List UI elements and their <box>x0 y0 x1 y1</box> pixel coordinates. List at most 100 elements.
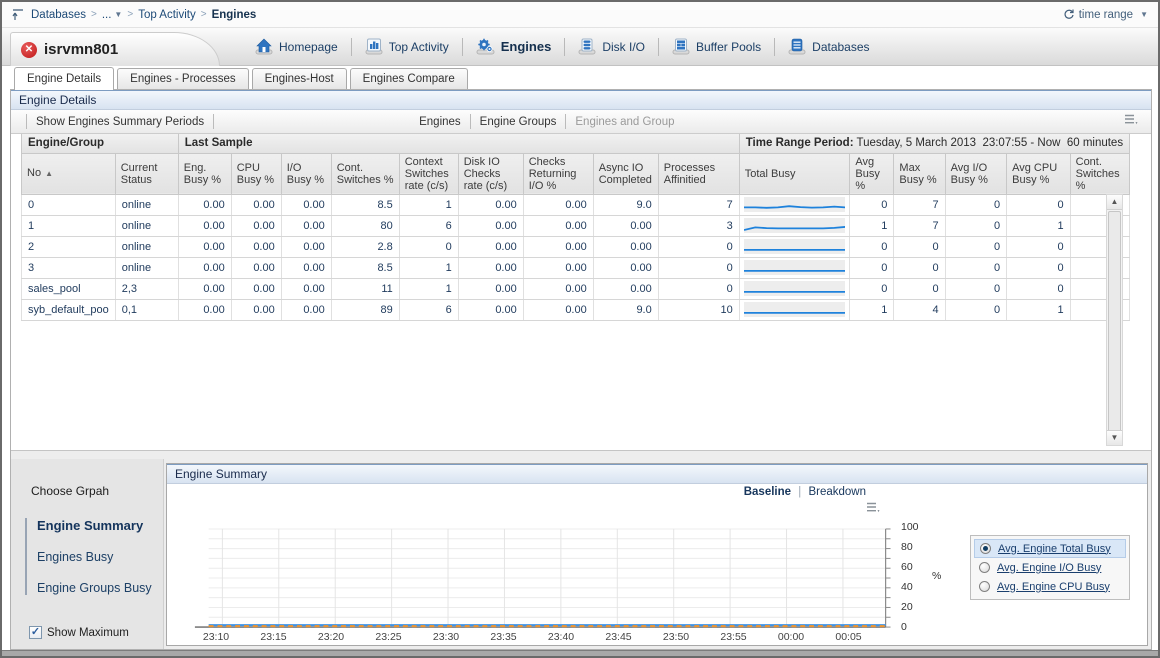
cell-no: 0 <box>22 194 116 215</box>
breadcrumb-databases[interactable]: Databases <box>31 9 86 21</box>
checkbox-checked-icon[interactable]: ✓ <box>29 626 42 639</box>
cell-avg_cpu: 0 <box>1007 236 1071 257</box>
cell-async_io: 9.0 <box>593 299 658 320</box>
cell-avg_busy: 0 <box>850 194 894 215</box>
tab-engine-details[interactable]: Engine Details <box>14 67 114 90</box>
breakdown-link[interactable]: Breakdown <box>808 486 866 498</box>
engines-and-group-button[interactable]: Engines and Group <box>575 116 674 128</box>
table-row[interactable]: sales_pool2,30.000.000.001110.000.000.00… <box>22 278 1130 299</box>
total-busy-sparkline <box>739 257 850 278</box>
column-header-7[interactable]: Disk IO Checks rate (c/s) <box>458 153 523 194</box>
chooser-engine-summary[interactable]: Engine Summary <box>37 518 163 533</box>
tab-engines-host[interactable]: Engines-Host <box>252 68 347 89</box>
chart-menu-icon[interactable] <box>867 501 881 519</box>
legend-avg-engine-io-busy[interactable]: Avg. Engine I/O Busy <box>974 558 1126 577</box>
column-header-1[interactable]: Current Status <box>115 153 178 194</box>
cell-avg_busy: 1 <box>850 215 894 236</box>
time-range-control[interactable]: time range ▼ <box>1063 9 1148 21</box>
view-toggle-row: Baseline | Breakdown <box>167 484 1147 501</box>
radio-icon[interactable] <box>979 562 990 573</box>
column-header-16[interactable]: Cont. Switches % <box>1070 153 1129 194</box>
nav-top-activity[interactable]: Top Activity <box>352 38 462 55</box>
engines-button[interactable]: Engines <box>419 116 461 128</box>
chooser-engines-busy[interactable]: Engines Busy <box>37 550 163 564</box>
tab-engines-compare[interactable]: Engines Compare <box>350 68 468 89</box>
column-header-10[interactable]: Processes Affinitied <box>658 153 739 194</box>
table-row[interactable]: 3online0.000.000.008.510.000.000.0000000… <box>22 257 1130 278</box>
column-header-14[interactable]: Avg I/O Busy % <box>945 153 1006 194</box>
cell-async_io: 9.0 <box>593 194 658 215</box>
column-header-6[interactable]: Context Switches rate (c/s) <box>399 153 458 194</box>
column-header-12[interactable]: Avg Busy % <box>850 153 894 194</box>
chevron-down-icon[interactable]: ▼ <box>114 10 122 19</box>
cell-procs: 0 <box>658 236 739 257</box>
cell-max_busy: 7 <box>894 194 945 215</box>
sort-asc-icon: ▲ <box>45 169 53 178</box>
nav-engines[interactable]: Engines <box>463 38 565 55</box>
table-menu-icon[interactable] <box>1119 114 1145 129</box>
cell-checks_io: 0.00 <box>523 278 593 299</box>
y-tick-label: 60 <box>901 561 913 573</box>
column-header-5[interactable]: Cont. Switches % <box>331 153 399 194</box>
show-maximum-toggle[interactable]: ✓ Show Maximum <box>29 626 129 639</box>
show-summary-periods-button[interactable]: Show Engines Summary Periods <box>36 116 204 128</box>
column-header-8[interactable]: Checks Returning I/O % <box>523 153 593 194</box>
total-busy-sparkline <box>739 236 850 257</box>
column-header-15[interactable]: Avg CPU Busy % <box>1007 153 1071 194</box>
up-level-icon[interactable] <box>12 9 25 21</box>
breadcrumb-ellipsis[interactable]: ... <box>102 9 112 21</box>
tab-strip: Engine Details Engines - Processes Engin… <box>2 66 1158 89</box>
cell-avg_cpu: 1 <box>1007 215 1071 236</box>
cell-io_busy: 0.00 <box>281 194 331 215</box>
radio-selected-icon[interactable] <box>980 543 991 554</box>
table-row[interactable]: 0online0.000.000.008.510.000.009.0707004… <box>22 194 1130 215</box>
cell-avg_busy: 0 <box>850 278 894 299</box>
baseline-link[interactable]: Baseline <box>744 486 791 498</box>
scroll-down-arrow[interactable]: ▼ <box>1107 430 1122 445</box>
scroll-up-arrow[interactable]: ▲ <box>1107 195 1122 210</box>
server-tab[interactable]: ✕ isrvmn801 <box>10 32 220 66</box>
horizontal-divider <box>11 450 1151 459</box>
nav-databases[interactable]: Databases <box>775 38 882 55</box>
column-header-11[interactable]: Total Busy <box>739 153 850 194</box>
legend-avg-engine-cpu-busy[interactable]: Avg. Engine CPU Busy <box>974 577 1126 596</box>
chooser-engine-groups-busy[interactable]: Engine Groups Busy <box>37 581 163 595</box>
tab-engines-processes[interactable]: Engines - Processes <box>117 68 248 89</box>
cell-avg_io: 0 <box>945 194 1006 215</box>
cell-max_busy: 4 <box>894 299 945 320</box>
engine-groups-button[interactable]: Engine Groups <box>480 116 557 128</box>
nav-buffer-pools[interactable]: Buffer Pools <box>659 38 774 55</box>
x-tick-label: 23:15 <box>252 631 296 643</box>
cell-avg_cpu: 0 <box>1007 278 1071 299</box>
table-row[interactable]: syb_default_poo0,10.000.000.008960.000.0… <box>22 299 1130 320</box>
table-scrollbar[interactable]: ▲ ▼ <box>1106 194 1123 446</box>
x-tick-label: 23:45 <box>597 631 641 643</box>
column-header-13[interactable]: Max Busy % <box>894 153 945 194</box>
cell-cont_switches: 2.8 <box>331 236 399 257</box>
cell-status: online <box>115 194 178 215</box>
column-header-4[interactable]: I/O Busy % <box>281 153 331 194</box>
nav-label: Homepage <box>279 40 338 54</box>
scrollbar-thumb[interactable] <box>1108 211 1121 436</box>
breadcrumb-top-activity[interactable]: Top Activity <box>138 9 196 21</box>
cell-disk_io_rate: 0.00 <box>458 236 523 257</box>
table-row[interactable]: 2online0.000.000.002.800.000.000.0000000… <box>22 236 1130 257</box>
table-row[interactable]: 1online0.000.000.008060.000.000.00317014… <box>22 215 1130 236</box>
column-header-3[interactable]: CPU Busy % <box>231 153 281 194</box>
y-tick-label: 40 <box>901 581 913 593</box>
radio-icon[interactable] <box>979 581 990 592</box>
server-name: isrvmn801 <box>44 41 118 58</box>
column-header-2[interactable]: Eng. Busy % <box>178 153 231 194</box>
group-header-engine-group: Engine/Group <box>22 134 179 153</box>
cell-cpu_busy: 0.00 <box>231 278 281 299</box>
cell-procs: 0 <box>658 278 739 299</box>
table-group-header-row: Engine/Group Last Sample Time Range Peri… <box>22 134 1130 153</box>
legend-avg-engine-total-busy[interactable]: Avg. Engine Total Busy <box>974 539 1126 558</box>
cell-eng_busy: 0.00 <box>178 257 231 278</box>
toolbar-separator <box>470 114 471 129</box>
column-header-9[interactable]: Async IO Completed <box>593 153 658 194</box>
nav-disk-io[interactable]: Disk I/O <box>565 38 658 55</box>
cell-procs: 10 <box>658 299 739 320</box>
nav-homepage[interactable]: Homepage <box>242 38 351 55</box>
column-header-0[interactable]: No▲ <box>22 153 116 194</box>
